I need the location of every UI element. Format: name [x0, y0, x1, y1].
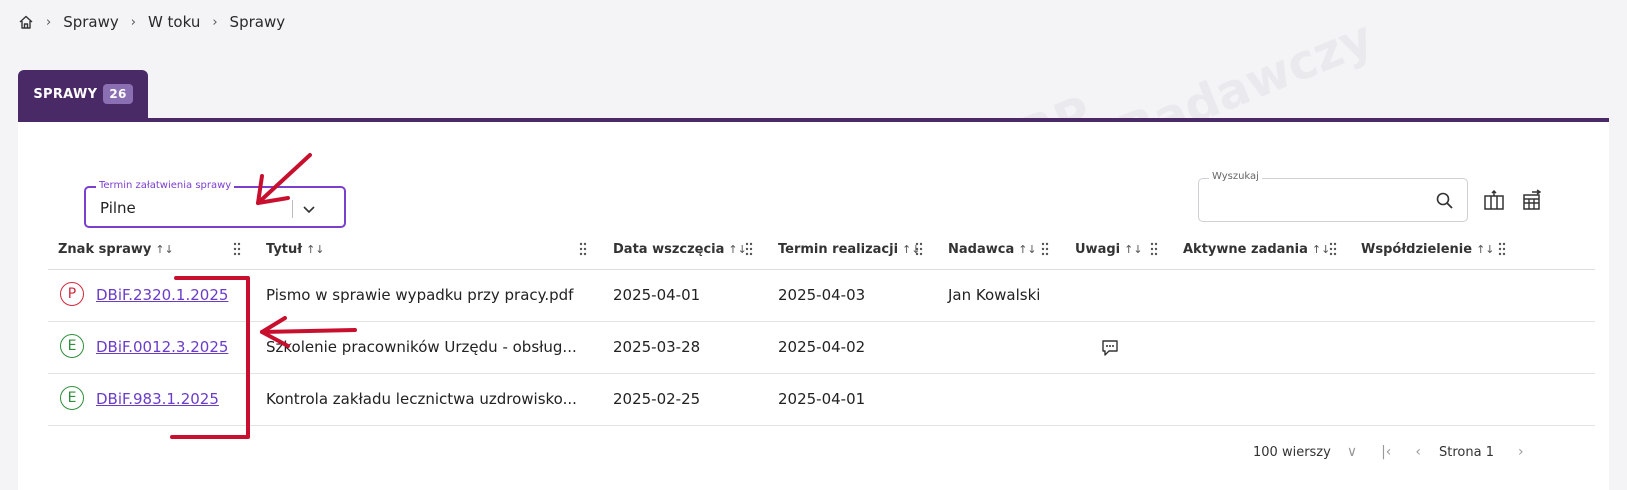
rows-per-page-dropdown-icon[interactable]: ∨	[1347, 444, 1357, 460]
prev-page-icon[interactable]: ‹	[1415, 444, 1421, 460]
columns-icon[interactable]	[1482, 188, 1506, 212]
column-header-tytul[interactable]: Tytuł ↑↓	[266, 242, 325, 257]
chevron-down-icon[interactable]	[300, 200, 318, 218]
column-header-znak[interactable]: Znak sprawy ↑↓	[58, 242, 174, 257]
column-header-nadawca[interactable]: Nadawca ↑↓	[948, 242, 1037, 257]
next-page-icon[interactable]: ›	[1518, 444, 1524, 460]
table-row[interactable]: E DBiF.983.1.2025 Kontrola zakładu leczn…	[48, 374, 1595, 426]
start-date: 2025-03-28	[613, 338, 701, 356]
rows-per-page-label: 100 wierszy	[1253, 444, 1331, 460]
search-input[interactable]: Wyszukaj	[1198, 171, 1468, 222]
start-date: 2025-02-25	[613, 390, 701, 408]
main-panel: Termin załatwienia sprawy Pilne Wyszukaj…	[18, 122, 1609, 490]
comment-icon[interactable]	[1100, 338, 1120, 358]
tab-label: SPRAWY	[33, 86, 98, 102]
pagination: 100 wierszy ∨ |‹ ‹ Strona 1 ›	[1253, 444, 1524, 460]
column-header-uwagi[interactable]: Uwagi ↑↓	[1075, 242, 1143, 257]
export-icon[interactable]	[1520, 188, 1544, 212]
case-number-link[interactable]: DBiF.2320.1.2025	[96, 286, 228, 304]
drag-handle-icon[interactable]	[744, 242, 754, 256]
breadcrumb-item[interactable]: W toku	[148, 13, 200, 31]
case-title: Szkolenie pracowników Urzędu - obsług...	[266, 338, 577, 356]
breadcrumb-separator: ›	[212, 14, 218, 30]
breadcrumb: › Sprawy › W toku › Sprawy	[18, 12, 285, 32]
first-page-icon[interactable]: |‹	[1381, 444, 1391, 460]
sort-icon: ↑↓	[1124, 243, 1143, 256]
breadcrumb-separator: ›	[130, 14, 136, 30]
tab-sprawy[interactable]: SPRAWY 26	[18, 70, 148, 118]
deadline: 2025-04-01	[778, 390, 866, 408]
case-number-link[interactable]: DBiF.983.1.2025	[96, 390, 219, 408]
case-title: Pismo w sprawie wypadku przy pracy.pdf	[266, 286, 574, 304]
deadline: 2025-04-02	[778, 338, 866, 356]
drag-handle-icon[interactable]	[1149, 242, 1159, 256]
filter-label: Termin załatwienia sprawy	[96, 180, 235, 191]
status-badge: P	[60, 282, 84, 306]
sort-icon: ↑↓	[1018, 243, 1037, 256]
search-icon[interactable]	[1435, 191, 1455, 211]
table-row[interactable]: P DBiF.2320.1.2025 Pismo w sprawie wypad…	[48, 270, 1595, 322]
sender: Jan Kowalski	[948, 286, 1041, 304]
column-header-wspoldzielenie[interactable]: Współdzielenie ↑↓	[1361, 242, 1495, 257]
drag-handle-icon[interactable]	[914, 242, 924, 256]
search-label: Wyszukaj	[1209, 171, 1262, 182]
page-indicator: Strona 1	[1439, 444, 1494, 460]
tab-bar: SPRAWY 26	[18, 70, 1609, 122]
status-badge: E	[60, 386, 84, 410]
breadcrumb-item[interactable]: Sprawy	[63, 13, 119, 31]
column-header-data[interactable]: Data wszczęcia ↑↓	[613, 242, 747, 257]
home-icon[interactable]	[18, 14, 34, 30]
column-header-zadania[interactable]: Aktywne zadania ↑↓	[1183, 242, 1330, 257]
start-date: 2025-04-01	[613, 286, 701, 304]
drag-handle-icon[interactable]	[1040, 242, 1050, 256]
sort-icon: ↑↓	[1476, 243, 1495, 256]
case-number-link[interactable]: DBiF.0012.3.2025	[96, 338, 228, 356]
drag-handle-icon[interactable]	[1497, 242, 1507, 256]
filter-divider	[292, 200, 293, 218]
breadcrumb-separator: ›	[46, 14, 52, 30]
case-title: Kontrola zakładu lecznictwa uzdrowisko..…	[266, 390, 577, 408]
sort-icon: ↑↓	[306, 243, 325, 256]
table-header: Znak sprawy ↑↓ Tytuł ↑↓ Data wszczęcia ↑↓ T…	[48, 230, 1595, 270]
status-badge: E	[60, 334, 84, 358]
breadcrumb-item: Sprawy	[229, 13, 286, 31]
drag-handle-icon[interactable]	[232, 242, 242, 256]
column-header-termin[interactable]: Termin realizacji ↑↓	[778, 242, 920, 257]
count-badge: 26	[103, 84, 133, 104]
filter-value: Pilne	[100, 199, 136, 217]
deadline-filter-select[interactable]: Termin załatwienia sprawy Pilne	[84, 180, 346, 228]
drag-handle-icon[interactable]	[578, 242, 588, 256]
drag-handle-icon[interactable]	[1328, 242, 1338, 256]
table-row[interactable]: E DBiF.0012.3.2025 Szkolenie pracowników…	[48, 322, 1595, 374]
sort-icon: ↑↓	[155, 243, 174, 256]
deadline: 2025-04-03	[778, 286, 866, 304]
